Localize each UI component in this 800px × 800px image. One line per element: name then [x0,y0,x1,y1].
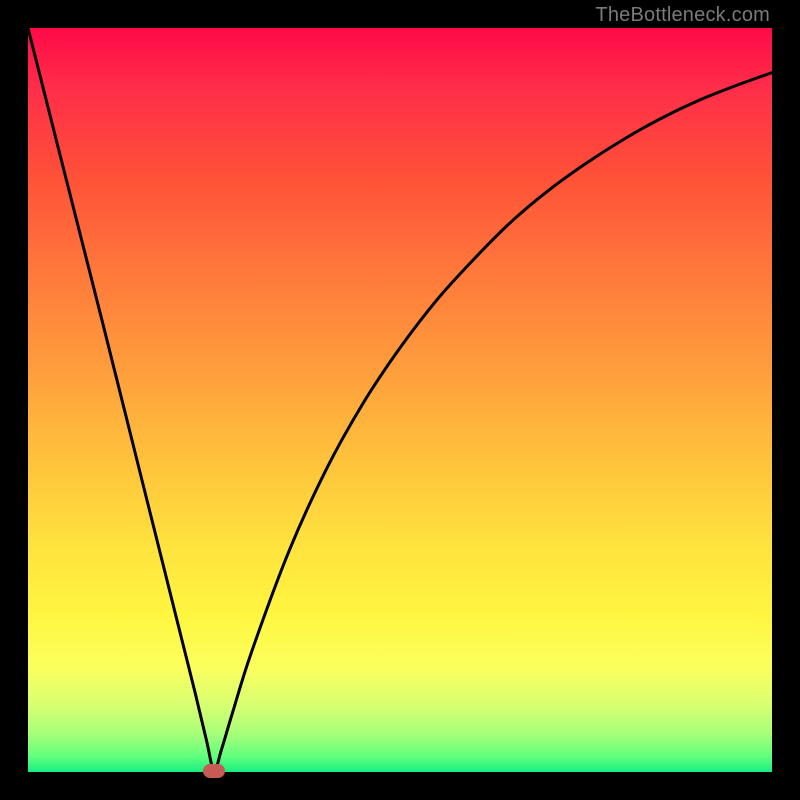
watermark-text: TheBottleneck.com [595,4,770,27]
bottleneck-curve [28,28,772,772]
chart-plot-area [28,28,772,772]
optimum-marker [203,764,225,778]
